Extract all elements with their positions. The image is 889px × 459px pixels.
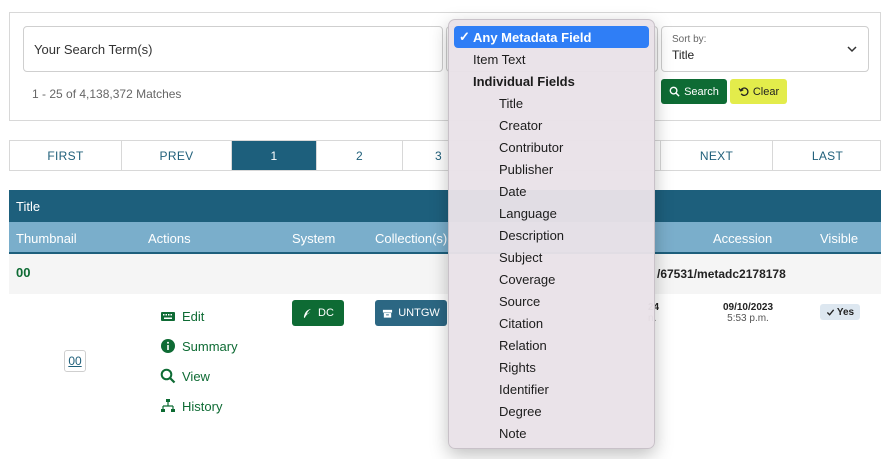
page-1[interactable]: 1 xyxy=(232,141,317,170)
option-citation[interactable]: Citation xyxy=(449,312,654,334)
option-relation[interactable]: Relation xyxy=(449,334,654,356)
system-badge[interactable]: DC xyxy=(292,300,344,326)
option-title[interactable]: Title xyxy=(449,92,654,114)
visible-badge[interactable]: Yes xyxy=(820,304,860,320)
metadata-field-dropdown: ✓ Any Metadata Field Item Text Individua… xyxy=(448,19,655,449)
option-degree[interactable]: Degree xyxy=(449,400,654,422)
sort-label: Sort by: xyxy=(672,34,707,45)
option-publisher[interactable]: Publisher xyxy=(449,158,654,180)
visible-label: Yes xyxy=(836,306,855,318)
column-collections[interactable]: Collection(s) xyxy=(375,231,447,246)
option-group-individual-fields: Individual Fields xyxy=(473,73,575,89)
archive-box-icon xyxy=(383,309,393,318)
accession-date: 09/10/2023 5:53 p.m. xyxy=(713,302,783,324)
chevron-down-icon xyxy=(847,46,857,53)
sort-select[interactable]: Sort by: Title xyxy=(661,26,869,72)
title-column-header: Title xyxy=(16,198,41,214)
column-actions: Actions xyxy=(148,231,191,246)
system-label: DC xyxy=(318,307,334,319)
view-label: View xyxy=(182,368,210,384)
option-date[interactable]: Date xyxy=(449,180,654,202)
keyboard-icon xyxy=(161,312,175,321)
view-action[interactable]: View xyxy=(160,368,210,384)
column-accession[interactable]: Accession xyxy=(713,231,772,246)
search-button[interactable]: Search xyxy=(661,79,727,104)
clear-button-label: Clear xyxy=(752,85,780,98)
clear-button[interactable]: Clear xyxy=(730,79,787,104)
page-last[interactable]: LAST xyxy=(773,141,882,170)
history-label: History xyxy=(182,398,223,414)
page-first[interactable]: FIRST xyxy=(10,141,122,170)
option-contributor[interactable]: Contributor xyxy=(449,136,654,158)
option-subject[interactable]: Subject xyxy=(449,246,654,268)
option-note[interactable]: Note xyxy=(449,422,654,444)
column-visible[interactable]: Visible xyxy=(820,231,858,246)
option-identifier[interactable]: Identifier xyxy=(449,378,654,400)
page-2[interactable]: 2 xyxy=(317,141,403,170)
summary-label: Summary xyxy=(182,338,238,354)
summary-action[interactable]: Summary xyxy=(160,338,238,354)
option-creator[interactable]: Creator xyxy=(449,114,654,136)
table-title-header[interactable]: Title xyxy=(9,190,881,222)
search-button-label: Search xyxy=(684,85,719,98)
page-next[interactable]: NEXT xyxy=(661,141,773,170)
option-source[interactable]: Source xyxy=(449,290,654,312)
accession-date-value: 09/10/2023 xyxy=(722,302,774,313)
edit-action[interactable]: Edit xyxy=(160,308,204,324)
sort-value: Title xyxy=(672,48,695,62)
option-rights[interactable]: Rights xyxy=(449,356,654,378)
search-input[interactable] xyxy=(23,26,443,72)
checkmark-icon: ✓ xyxy=(459,29,470,44)
column-system[interactable]: System xyxy=(292,231,335,246)
table-row-title: 00 /67531/metadc2178178 xyxy=(9,254,881,294)
match-count: 1 - 25 of 4,138,372 Matches xyxy=(32,87,182,101)
undo-icon xyxy=(738,87,749,96)
option-language[interactable]: Language xyxy=(449,202,654,224)
search-panel: Sort by: Title 1 - 25 of 4,138,372 Match… xyxy=(9,12,881,121)
record-title-link[interactable]: 00 xyxy=(16,265,30,280)
edit-label: Edit xyxy=(182,308,205,324)
history-tree-icon xyxy=(161,399,175,412)
check-icon xyxy=(826,308,835,316)
info-icon xyxy=(161,339,175,353)
option-item-text[interactable]: Item Text xyxy=(449,48,654,70)
thumbnail[interactable]: 00 xyxy=(64,350,86,372)
history-action[interactable]: History xyxy=(160,398,222,414)
page-prev[interactable]: PREV xyxy=(122,141,232,170)
record-ark: /67531/metadc2178178 xyxy=(657,267,786,281)
feather-icon xyxy=(303,308,312,318)
option-label: Any Metadata Field xyxy=(473,29,592,45)
accession-time-value: 5:53 p.m. xyxy=(727,313,769,324)
table-column-headers: Thumbnail Actions System Collection(s) A… xyxy=(9,222,881,254)
collection-badge[interactable]: UNTGW xyxy=(375,300,447,326)
option-coverage[interactable]: Coverage xyxy=(449,268,654,290)
collection-label: UNTGW xyxy=(398,307,440,319)
column-thumbnail[interactable]: Thumbnail xyxy=(16,231,77,246)
option-description[interactable]: Description xyxy=(449,224,654,246)
search-icon xyxy=(669,86,680,97)
option-any-metadata-field[interactable]: ✓ Any Metadata Field xyxy=(454,26,649,48)
search-icon xyxy=(160,368,176,384)
pagination: FIRST PREV 1 2 3 NEXT LAST xyxy=(9,140,881,171)
